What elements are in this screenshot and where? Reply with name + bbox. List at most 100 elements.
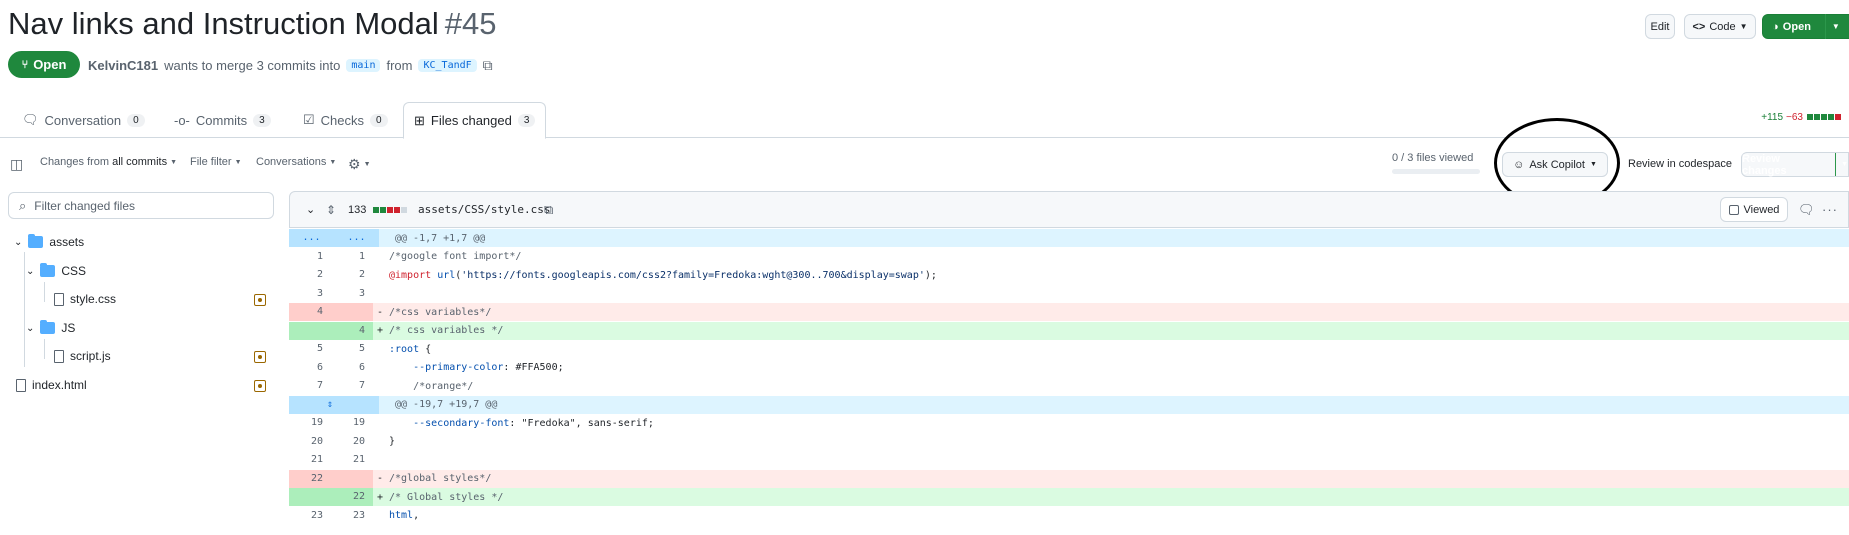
viewed-checkbox[interactable]: Viewed [1720, 197, 1788, 222]
old-line-number[interactable]: 2 [289, 266, 331, 284]
tree-guide [44, 339, 45, 359]
diffstat-square [1814, 114, 1820, 120]
old-line-number[interactable] [289, 488, 331, 506]
old-line-number[interactable]: 22 [289, 469, 331, 488]
new-line-number[interactable]: 3 [331, 285, 373, 303]
tree-folder-assets[interactable]: ⌄ assets [14, 231, 84, 253]
modified-icon [254, 351, 266, 363]
tree-guide [44, 282, 45, 302]
changes-prefix: Changes from [40, 156, 110, 168]
diffstat-square [387, 206, 393, 213]
open-dropdown-button[interactable]: ◑ Open ▼ [1762, 14, 1849, 39]
new-line-number[interactable]: 23 [331, 507, 373, 525]
chevron-down-icon: ⌄ [26, 265, 35, 277]
tab-files-changed[interactable]: ⊞ Files changed 3 [403, 102, 547, 139]
new-line-number[interactable]: 22 [331, 488, 373, 506]
new-line-number[interactable]: 1 [331, 248, 373, 266]
diff-line: 77 /*orange*/ [289, 377, 1849, 395]
new-line-number[interactable]: 5 [331, 340, 373, 358]
filter-changed-files-input[interactable]: ⌕ Filter changed files [8, 192, 274, 219]
viewed-label: Viewed [1743, 203, 1780, 216]
code-button[interactable]: <> Code ▼ [1684, 14, 1756, 39]
tab-checks[interactable]: ☑ Checks 0 [293, 102, 398, 138]
old-line-number[interactable]: 5 [289, 340, 331, 358]
new-line-number[interactable]: 21 [331, 451, 373, 469]
review-changes-button[interactable]: Review changes ▼ [1741, 152, 1849, 177]
new-line-number[interactable] [331, 469, 373, 488]
caret-down-icon: ▼ [329, 158, 337, 166]
conversations-dropdown[interactable]: Conversations ▼ [256, 156, 336, 168]
new-line-number[interactable]: 19 [331, 414, 373, 432]
checklist-icon: ☑ [303, 112, 315, 127]
expand-icon[interactable]: ⇕ [289, 395, 379, 414]
old-line-number[interactable]: 7 [289, 377, 331, 395]
code-text: /*css variables*/ [389, 306, 492, 318]
tree-file-index-html[interactable]: index.html [16, 374, 87, 396]
new-line-number[interactable]: ... [334, 229, 379, 247]
hunk-header-row[interactable]: ⇕ @@ -19,7 +19,7 @@ [289, 395, 1849, 414]
tree-label: index.html [32, 378, 87, 392]
file-path[interactable]: assets/CSS/style.css [418, 192, 550, 227]
pr-title-text: Nav links and Instruction Modal [8, 6, 439, 41]
code-text: :root { [389, 343, 432, 355]
new-line-number[interactable]: 6 [331, 359, 373, 377]
diffstat-square [401, 206, 407, 213]
copy-icon[interactable]: ⧉ [544, 192, 553, 227]
old-line-number[interactable]: ... [289, 229, 334, 247]
tab-count: 3 [253, 113, 271, 127]
file-filter-label: File filter [190, 156, 232, 168]
new-line-number[interactable]: 2 [331, 266, 373, 284]
file-diffstat-squares [372, 192, 407, 227]
old-line-number[interactable]: 23 [289, 507, 331, 525]
changes-from-dropdown[interactable]: Changes from all commits ▼ [40, 156, 177, 168]
author-link[interactable]: KelvinC181 [88, 58, 158, 73]
sidebar-toggle-icon[interactable]: ◫ [10, 156, 23, 173]
code-text: @@ -1,7 +1,7 @@ [395, 232, 486, 244]
old-line-number[interactable]: 1 [289, 248, 331, 266]
diffstat-square [373, 206, 379, 213]
diff-line: 21 21 [289, 451, 1849, 469]
diff-line: 5 5 :root { [289, 340, 1849, 358]
review-in-codespace-button[interactable]: Review in codespace [1628, 158, 1732, 170]
meta-text: wants to merge 3 commits into [164, 58, 341, 73]
new-line-number[interactable]: 4 [331, 321, 373, 340]
tab-label: Commits [195, 112, 248, 128]
tree-folder-css[interactable]: ⌄ CSS [26, 260, 86, 282]
diff-line: 4 + /* css variables */ [289, 321, 1849, 340]
copy-icon[interactable]: ⧉ [483, 57, 493, 74]
tab-conversation[interactable]: 🗨 Conversation 0 [12, 102, 155, 138]
code-text: /*global styles*/ [389, 473, 492, 484]
tree-folder-js[interactable]: ⌄ JS [26, 317, 75, 339]
edit-button[interactable]: Edit [1645, 14, 1675, 39]
comment-icon[interactable]: 🗨 [1798, 192, 1815, 227]
modified-icon [254, 294, 266, 306]
tree-file-script-js[interactable]: script.js [54, 345, 111, 367]
kebab-menu-icon[interactable]: ··· [1822, 192, 1838, 227]
head-branch[interactable]: KC_TandF [418, 59, 477, 72]
old-line-number[interactable]: 3 [289, 285, 331, 303]
old-line-number[interactable]: 20 [289, 433, 331, 451]
base-branch[interactable]: main [346, 59, 381, 72]
diff-line: 33 [289, 285, 1849, 303]
tree-file-style-css[interactable]: style.css [54, 288, 116, 310]
code-text: /* css variables */ [389, 325, 504, 336]
diffstat-squares [1806, 112, 1841, 123]
chevron-down-icon[interactable]: ⌄ [306, 192, 315, 227]
settings-dropdown[interactable]: ⚙ ▼ [348, 156, 371, 173]
old-line-number[interactable]: 6 [289, 359, 331, 377]
file-filter-dropdown[interactable]: File filter ▼ [190, 156, 242, 168]
old-line-number[interactable]: 19 [289, 414, 331, 432]
search-icon: ⌕ [19, 197, 27, 213]
new-line-number[interactable]: 7 [331, 377, 373, 395]
old-line-number[interactable]: 4 [289, 303, 331, 321]
new-line-number[interactable] [331, 303, 373, 321]
tab-commits[interactable]: -o- Commits 3 [164, 102, 281, 138]
tree-label: assets [49, 235, 85, 249]
hunk-header-row[interactable]: ...... @@ -1,7 +1,7 @@ [289, 229, 1849, 247]
new-line-number[interactable]: 20 [331, 433, 373, 451]
old-line-number[interactable]: 21 [289, 451, 331, 469]
diff-sign: - [376, 473, 384, 484]
old-line-number[interactable] [289, 321, 331, 340]
expand-all-icon[interactable]: ⇕ [326, 192, 336, 227]
open-label: Open [1782, 20, 1811, 33]
